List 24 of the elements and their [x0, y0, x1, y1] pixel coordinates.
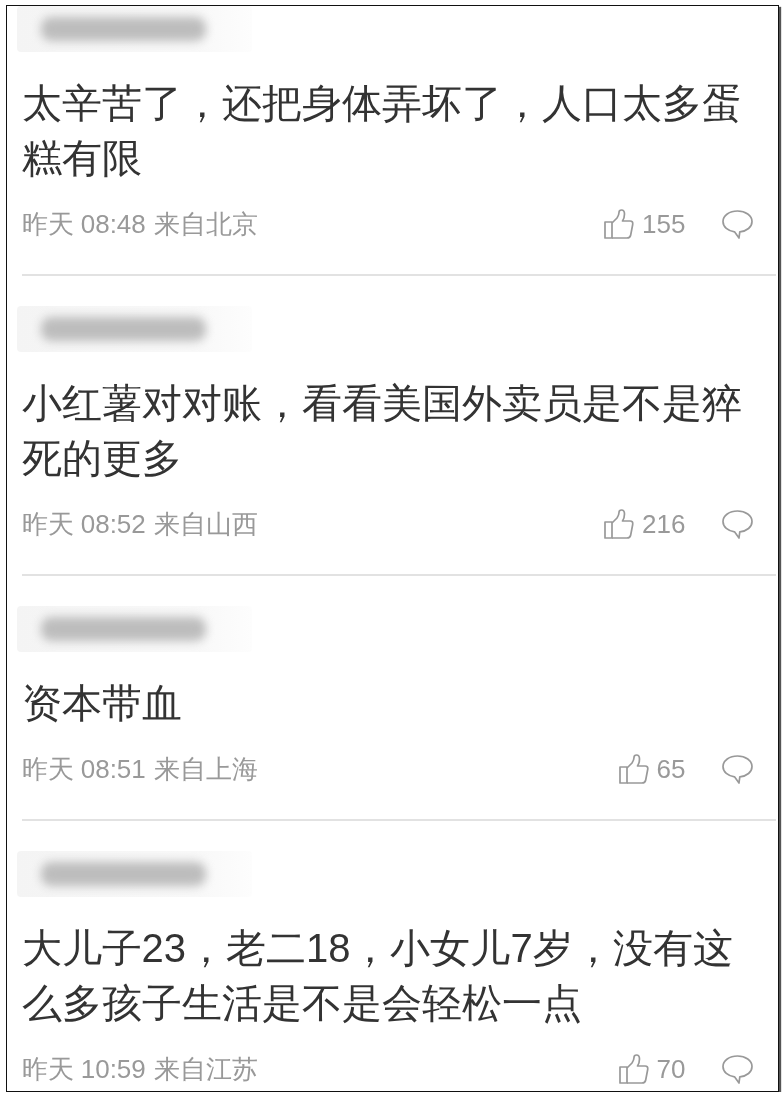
thumbs-up-icon [604, 509, 635, 539]
comment-text: 小红薯对对账，看看美国外卖员是不是猝死的更多 [21, 380, 743, 482]
thumbs-up-icon [618, 754, 649, 784]
comment-location: 来自北京 [153, 208, 258, 241]
like-button[interactable]: 65 [618, 749, 686, 789]
comment-time: 昨天 08:52 [21, 508, 146, 541]
speech-bubble-icon[interactable] [721, 509, 753, 539]
comment-text: 大儿子23，老二18，小女儿7岁，没有这么多孩子生活是不是会轻松一点 [21, 925, 734, 1027]
comment-text: 资本带血 [21, 680, 183, 727]
thumbs-up-icon [618, 1054, 649, 1084]
comment-time: 昨天 10:59 [21, 1053, 146, 1086]
comment-text: 太辛苦了，还把身体弄坏了，人口太多蛋糕有限 [21, 80, 743, 182]
speech-bubble-icon[interactable] [721, 209, 753, 239]
like-button[interactable]: 216 [604, 504, 686, 544]
thumbs-up-icon [604, 209, 635, 239]
comment-location: 来自江苏 [153, 1053, 258, 1086]
speech-bubble-icon[interactable] [721, 754, 753, 784]
comment-time: 昨天 08:51 [21, 753, 146, 786]
comment-location: 来自上海 [153, 753, 258, 786]
like-button[interactable]: 70 [618, 1049, 686, 1089]
comment-time: 昨天 08:48 [21, 208, 146, 241]
comment-location: 来自山西 [153, 508, 258, 541]
like-button[interactable]: 155 [604, 204, 686, 244]
speech-bubble-icon[interactable] [721, 1054, 753, 1084]
